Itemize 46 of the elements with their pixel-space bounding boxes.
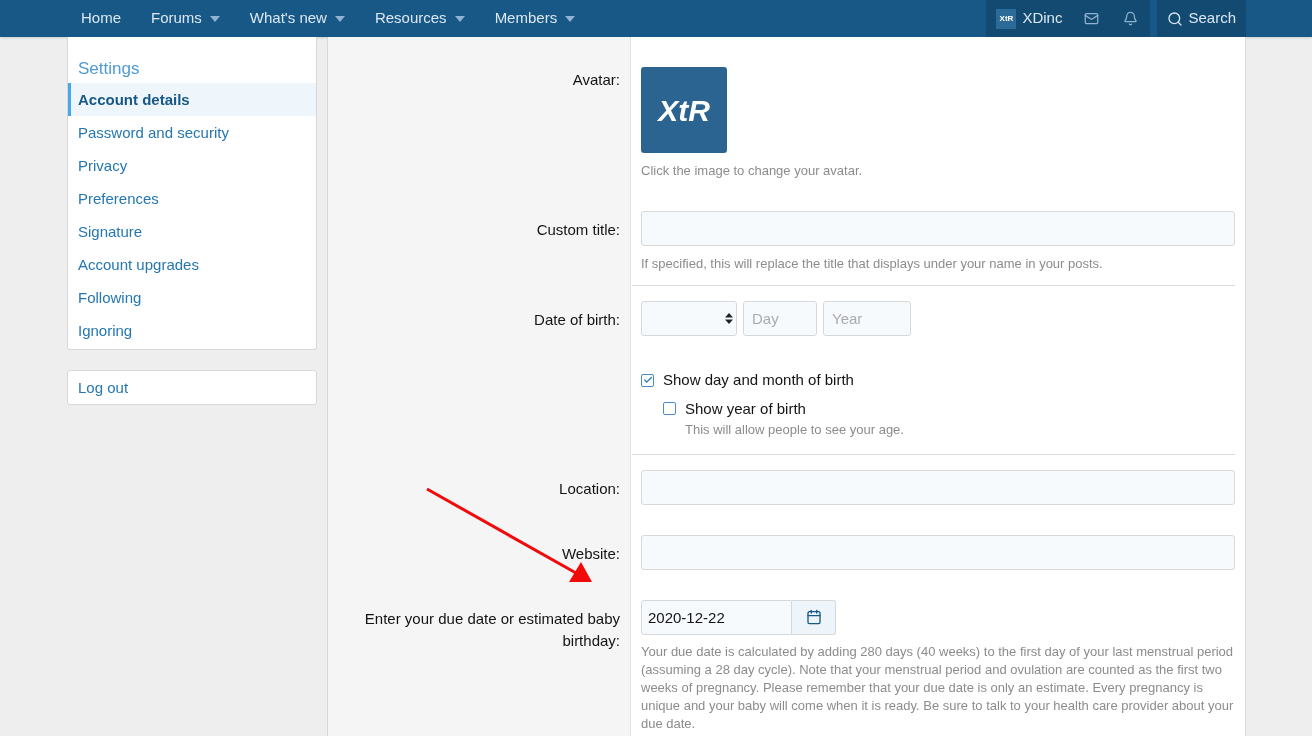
field-label: Avatar: [572,70,620,90]
checkbox[interactable] [641,373,654,387]
location-field[interactable] [641,469,1235,505]
menu-item[interactable]: Signature [68,215,316,248]
nav-tab[interactable]: Resources [359,0,480,37]
search-button[interactable]: Search [1157,0,1246,37]
field-label: Custom title: [536,219,620,240]
hint-text: This will allow people to see your age. [685,421,905,439]
nav-tab[interactable]: Forums [136,0,235,37]
account-link[interactable]: XtR XDinc [986,0,1073,37]
due-date-field[interactable]: 2020-12-22 [641,599,792,635]
field-label: Location: [559,478,620,499]
checkbox[interactable] [663,402,676,416]
website-field[interactable] [641,534,1235,570]
calendar-button[interactable] [792,599,836,635]
hint-text: If specified, this will replace the title that displays under your name in your posts. [641,254,1104,273]
account-logo-icon: XtR [996,8,1017,29]
nav-tab[interactable]: What's new [234,0,360,37]
year-field[interactable]: Year [823,301,911,336]
checkbox-label: Show day and month of birth [663,370,854,390]
avatar-image[interactable]: XtR [641,67,727,153]
alerts-button[interactable] [1111,0,1151,37]
mail-icon [1084,11,1100,26]
bell-icon [1123,11,1139,26]
field-label: Enter your due date or estimated baby birthday: [363,608,620,651]
menu-item[interactable]: Ignoring [68,314,316,347]
menu-item[interactable]: Account upgrades [68,248,316,281]
checkbox-label: Show year of birth [685,398,806,419]
custom-title-field[interactable] [641,210,1235,246]
hint-text: Your due date is calculated by adding 280 days (40 weeks) to the first day of your last menstrual period (assuming a 28 day cycle). Note that your menstrual period and ovulation are counted as the first two weeks of pregnancy. Please remember that your due date is only an estimate. Every pregnancy is unique and your baby will come when it is ready. Be sure to talk to your health care provider about your due date. [641,642,1235,733]
menu-title: Settings [77,58,141,80]
nav-tab[interactable]: Home [66,0,136,37]
field-label: Date of birth: [534,310,620,330]
day-field[interactable]: Day [743,301,817,336]
search-icon [1167,10,1184,27]
calendar-icon [805,609,822,625]
sort-arrows-icon [725,313,733,324]
menu-item[interactable]: Privacy [68,149,316,182]
field-label: Website: [561,543,620,564]
logout-link[interactable]: Log out [67,370,317,405]
nav-tab[interactable]: Members [479,0,591,37]
menu-item[interactable]: Account details [68,83,316,116]
menu-item[interactable]: Following [68,281,316,314]
menu-item[interactable]: Password and security [68,116,316,149]
menu-item[interactable]: Preferences [68,182,316,215]
hint-text: Click the image to change your avatar. [641,162,864,180]
